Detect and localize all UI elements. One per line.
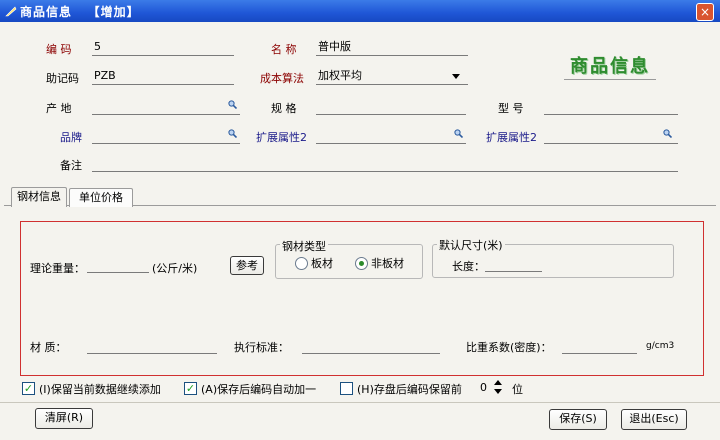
ext-attr-1-label: 扩展属性2 [256,131,307,144]
app-icon [5,6,17,17]
theoretical-weight-field[interactable] [87,256,149,273]
ext-attr-1-field[interactable] [316,127,466,144]
keep-prefix-label: (H)存盘后编码保留前 [357,383,462,396]
cost-method-select[interactable]: 加权平均 [316,68,468,85]
window-mode: 【增加】 [87,5,140,19]
ext-attr-2-label: 扩展属性2 [486,131,537,144]
prefix-unit-label: 位 [512,383,523,396]
brand-field[interactable] [92,127,240,144]
ext-attr-2-field[interactable] [544,127,678,144]
mnemonic-field[interactable]: PZB [92,68,234,85]
prefix-digits-value[interactable]: 0 [480,381,487,394]
keep-data-label: (I)保留当前数据继续添加 [39,383,161,396]
header-logo: 商品信息 [570,56,650,77]
standard-field[interactable] [302,337,440,354]
name-label: 名 称 [271,43,297,56]
tab-unit-price[interactable]: 单位价格 [69,188,133,207]
spec-field[interactable] [316,98,466,115]
keep-prefix-checkbox[interactable] [340,382,353,395]
length-field[interactable] [485,255,542,272]
origin-label: 产 地 [46,102,72,115]
lookup-icon[interactable] [454,129,463,138]
weight-unit-label: (公斤/米) [152,262,198,275]
remark-field[interactable] [92,155,678,172]
density-unit-label: g/cm3 [646,341,675,351]
lookup-icon[interactable] [663,129,672,138]
cost-method-label: 成本算法 [260,72,304,85]
cost-method-value: 加权平均 [318,69,362,82]
tab-steel-info[interactable]: 钢材信息 [11,187,67,207]
standard-label: 执行标准： [234,341,289,354]
window-title: 商品信息 【增加】 [20,5,140,19]
material-field[interactable] [87,337,217,354]
model-field[interactable] [544,98,678,115]
radio-non-sheet[interactable] [355,257,368,270]
density-field[interactable] [562,337,637,354]
spinner-arrows-icon[interactable] [494,380,502,394]
model-label: 型 号 [498,102,524,115]
material-label: 材 质： [30,341,67,354]
origin-field[interactable] [92,98,240,115]
length-label: 长度： [452,260,485,273]
logo-underline [564,79,656,80]
code-label: 编 码 [46,43,72,56]
reference-button[interactable]: 参考 [230,256,264,275]
radio-non-sheet-label: 非板材 [371,257,404,270]
check-icon: ✓ [185,382,196,395]
remark-label: 备注 [60,159,82,172]
auto-increment-label: (A)保存后编码自动加一 [201,383,317,396]
chevron-down-icon[interactable] [452,74,460,79]
lookup-icon[interactable] [228,129,237,138]
theoretical-weight-label: 理论重量： [30,262,85,275]
keep-data-checkbox[interactable]: ✓ [22,382,35,395]
name-field[interactable]: 普中版 [316,39,468,56]
brand-label: 品牌 [60,131,82,144]
mnemonic-label: 助记码 [46,72,79,85]
clear-button[interactable]: 清屏(R) [35,408,93,429]
steel-type-legend: 钢材类型 [280,238,328,254]
spec-label: 规 格 [271,102,297,115]
density-label: 比重系数(密度)： [466,341,552,354]
radio-sheet-label: 板材 [311,257,333,270]
check-icon: ✓ [23,382,34,395]
save-button[interactable]: 保存(S) [549,409,607,430]
exit-button[interactable]: 退出(Esc) [621,409,687,430]
auto-increment-checkbox[interactable]: ✓ [184,382,197,395]
radio-selected-dot [359,261,364,266]
default-size-legend: 默认尺寸(米) [437,237,505,253]
bottom-bar [0,402,720,440]
radio-sheet[interactable] [295,257,308,270]
lookup-icon[interactable] [228,100,237,109]
close-button[interactable]: × [696,3,714,21]
code-field[interactable]: 5 [92,39,234,56]
